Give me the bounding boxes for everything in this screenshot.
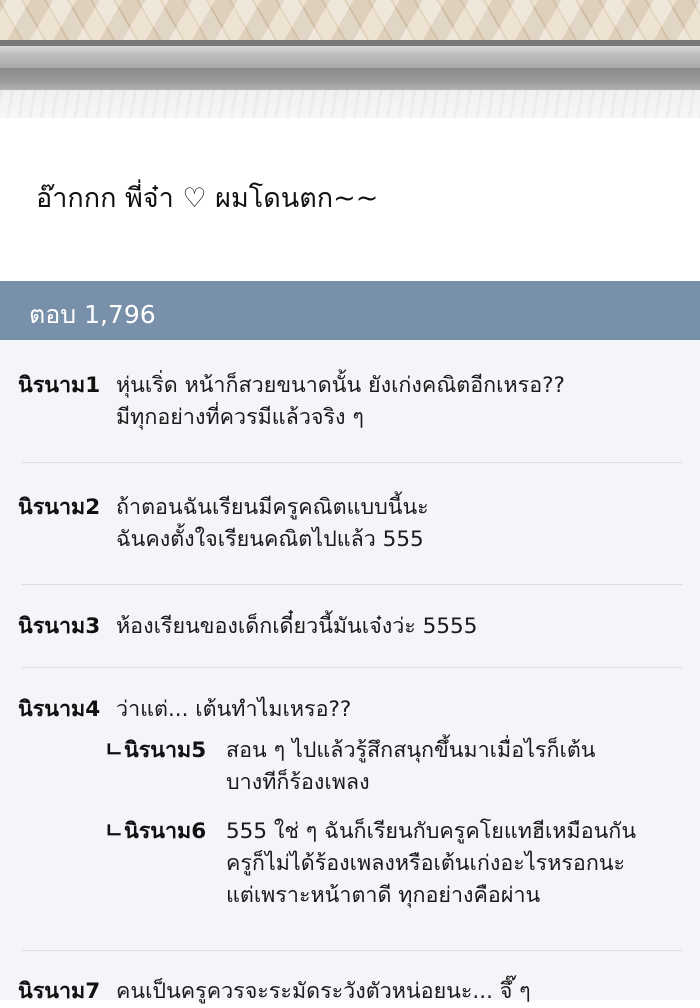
episode-header: ตอบ 1,796: [0, 281, 700, 340]
reply-nickname: นิรนาม5: [124, 738, 207, 763]
comment-nickname: นิรนาม4: [18, 697, 101, 722]
comment-nickname: นิรนาม3: [18, 614, 101, 639]
comment-nickname: นิรนาม2: [18, 495, 101, 520]
comment-text: คนเป็นครูควรจะระมัดระวังตัวหน่อยนะ... จึ…: [116, 979, 531, 1004]
comment-text: หุ่นเริ่ด หน้าก็สวยขนาดนั้น ยังเก่งคณิตอ…: [116, 373, 565, 398]
reply-nickname: นิรนาม6: [124, 819, 207, 844]
comment-text: มีทุกอย่างที่ควรมีแล้วจริง ๆ: [116, 405, 364, 430]
comment-text: ว่าแต่... เต้นทำไมเหรอ??: [116, 697, 352, 722]
comment-text: ฉันคงตั้งใจเรียนคณิตไปแล้ว 555: [116, 527, 424, 552]
illustration-scene: [0, 0, 700, 118]
reply-arrow-icon: ㄴ: [104, 738, 124, 763]
comment-text: ถ้าตอนฉันเรียนมีครูคณิตแบบนี้นะ: [116, 495, 429, 520]
comment-section: นิรนาม1 หุ่นเริ่ด หน้าก็สวยขนาดนั้น ยังเ…: [0, 340, 700, 1004]
reply-text: บางทีก็ร้องเพลง: [226, 770, 370, 795]
reply-text: 555 ใช่ ๆ ฉันก็เรียนกับครูคโยแทฮีเหมือนก…: [226, 819, 637, 844]
comment-text: ห้องเรียนของเด็กเดี๋ยวนี้มันเจ๋งว่ะ 5555: [116, 614, 478, 639]
reply-text: แต่เพราะหน้าตาดี ทุกอย่างคือผ่าน: [226, 883, 541, 908]
divider: [22, 667, 682, 668]
reply-arrow-icon: ㄴ: [104, 819, 124, 844]
marble-floor: [0, 90, 700, 118]
stage-rail: [0, 46, 700, 68]
comment-nickname: นิรนาม7: [18, 979, 101, 1004]
divider: [22, 462, 682, 463]
divider: [22, 584, 682, 585]
speech-line: อ๊ากกก พี่จ๋า ♡ ผมโดนตก~~: [36, 183, 379, 214]
divider: [22, 950, 682, 951]
comment-nickname: นิรนาม1: [18, 373, 101, 398]
reply-text: ครูก็ไม่ได้ร้องเพลงหรือเต้นเก่งอะไรหรอกน…: [226, 851, 626, 876]
reply-text: สอน ๆ ไปแล้วรู้สึกสนุกขึ้นมาเมื่อไรก็เต้…: [226, 738, 596, 763]
episode-label: ตอบ 1,796: [29, 300, 156, 329]
